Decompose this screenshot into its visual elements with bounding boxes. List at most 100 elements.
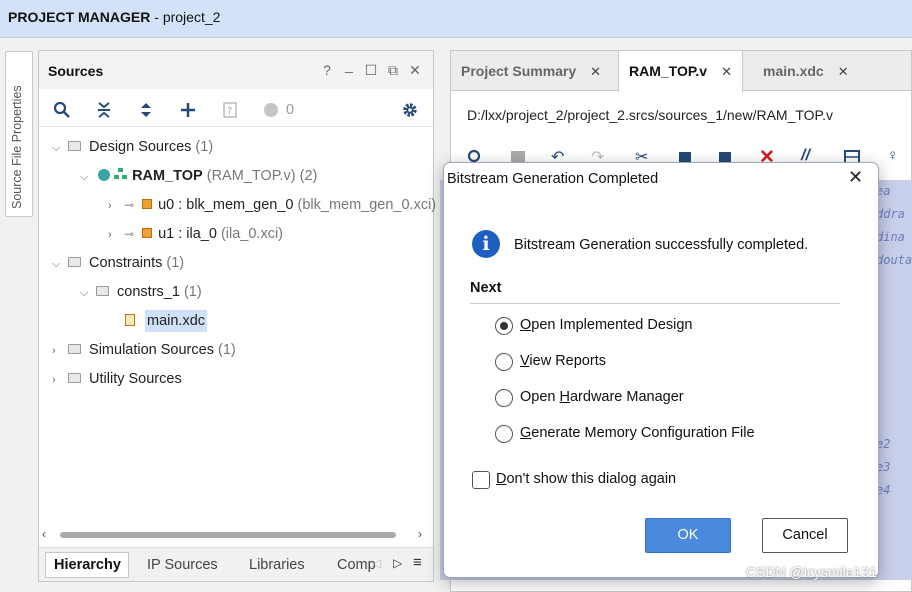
tree-node-ram-top[interactable]: ⌵ RAM_TOP (RAM_TOP.v) (2) bbox=[80, 163, 317, 189]
tree-label: Design Sources bbox=[89, 139, 192, 155]
tree-node-utility-sources[interactable]: › Utility Sources bbox=[52, 366, 182, 392]
radio-button[interactable] bbox=[495, 389, 513, 407]
tree-label: u1 : ila_0 bbox=[158, 226, 217, 242]
chevron-right-icon[interactable]: › bbox=[108, 222, 120, 248]
tab-scroll-left-icon[interactable]: ◁ bbox=[372, 556, 381, 570]
folder-icon bbox=[96, 286, 110, 297]
search-icon[interactable] bbox=[52, 101, 72, 121]
close-tab-icon[interactable]: ✕ bbox=[721, 64, 732, 79]
code-fragment: dina bbox=[876, 230, 905, 244]
close-icon[interactable]: ✕ bbox=[848, 167, 863, 188]
app-title: PROJECT MANAGER bbox=[8, 9, 151, 25]
top-module-dot-icon bbox=[98, 169, 111, 182]
code-fragment: douta bbox=[876, 253, 912, 267]
editor-tabs: Project Summary ✕ RAM_TOP.v ✕ main.xdc ✕ bbox=[451, 51, 911, 92]
radio-button[interactable] bbox=[495, 425, 513, 443]
file-path: D:/lxx/project_2/project_2.srcs/sources_… bbox=[467, 107, 833, 123]
tab-hierarchy[interactable]: Hierarchy bbox=[45, 552, 129, 578]
folder-icon bbox=[68, 344, 82, 355]
collapse-all-icon[interactable] bbox=[94, 101, 114, 121]
chevron-down-icon[interactable]: ⌵ bbox=[52, 135, 64, 161]
radio-button[interactable] bbox=[495, 353, 513, 371]
tree-node-main-xdc[interactable]: main.xdc bbox=[125, 308, 208, 334]
tree-label: main.xdc bbox=[145, 310, 208, 332]
source-file-properties-tab[interactable]: Source File Properties bbox=[5, 51, 33, 217]
chevron-down-icon[interactable]: ⌵ bbox=[80, 164, 92, 190]
tab-label: RAM_TOP.v bbox=[629, 63, 708, 79]
tree-node-constrs-1[interactable]: ⌵ constrs_1 (1) bbox=[80, 279, 202, 305]
option-label: Open Implemented Design bbox=[520, 317, 693, 333]
tab-libraries[interactable]: Libraries bbox=[249, 557, 305, 573]
hierarchy-icon bbox=[114, 163, 128, 189]
chevron-right-icon[interactable]: › bbox=[52, 338, 64, 364]
divider bbox=[470, 303, 840, 304]
tree-node-constraints[interactable]: ⌵ Constraints (1) bbox=[52, 250, 184, 276]
option-label: View Reports bbox=[520, 353, 606, 369]
tree-node-simulation-sources[interactable]: › Simulation Sources (1) bbox=[52, 337, 236, 363]
title-bar: PROJECT MANAGER - project_2 bbox=[0, 0, 912, 38]
add-sources-icon[interactable] bbox=[178, 101, 198, 121]
tab-menu-icon[interactable]: ≡ bbox=[413, 554, 422, 571]
tab-ip-sources[interactable]: IP Sources bbox=[147, 557, 218, 573]
option-label: Open Hardware Manager bbox=[520, 389, 684, 405]
sources-title: Sources bbox=[48, 63, 104, 79]
chevron-right-icon[interactable]: › bbox=[108, 193, 120, 219]
tree-label: constrs_1 bbox=[117, 284, 180, 300]
tree-file: (blk_mem_gen_0.xci) bbox=[297, 197, 437, 213]
close-icon[interactable]: ✕ bbox=[407, 62, 423, 79]
scrollbar-thumb[interactable] bbox=[60, 532, 396, 538]
title-separator: - bbox=[150, 9, 163, 25]
minimize-icon[interactable]: _ bbox=[341, 57, 357, 73]
help-icon[interactable]: ? bbox=[319, 62, 335, 78]
ok-button[interactable]: OK bbox=[645, 518, 731, 553]
dont-show-checkbox[interactable] bbox=[472, 471, 490, 489]
tree-file: (RAM_TOP.v) (2) bbox=[206, 168, 318, 184]
lightbulb-icon[interactable]: ♀ bbox=[887, 147, 898, 164]
maximize-icon[interactable]: ☐ bbox=[363, 62, 379, 79]
tree-label: RAM_TOP bbox=[132, 168, 203, 184]
tab-ram-top-v[interactable]: RAM_TOP.v ✕ bbox=[618, 51, 743, 92]
code-fragment: ddra bbox=[876, 207, 905, 221]
ip-connector-icon: ⊸ bbox=[124, 198, 135, 213]
ip-connector-icon: ⊸ bbox=[124, 227, 135, 242]
chevron-right-icon[interactable]: › bbox=[52, 367, 64, 393]
chevron-down-icon[interactable]: ⌵ bbox=[52, 251, 64, 277]
sources-bottom-tabs: Hierarchy IP Sources Libraries Comp ◁ ▷ … bbox=[39, 547, 433, 581]
expand-all-icon[interactable] bbox=[136, 101, 156, 121]
project-name: project_2 bbox=[162, 9, 221, 25]
tree-node-u0[interactable]: › ⊸ u0 : blk_mem_gen_0 (blk_mem_gen_0.xc… bbox=[108, 192, 436, 218]
status-count: 0 bbox=[286, 102, 295, 118]
tree-file: (ila_0.xci) bbox=[220, 226, 283, 242]
tree-count: (1) bbox=[183, 284, 202, 300]
tab-label: main.xdc bbox=[763, 63, 824, 79]
tree-label: Simulation Sources bbox=[89, 342, 214, 358]
tree-count: (1) bbox=[217, 342, 236, 358]
tab-scroll-right-icon[interactable]: ▷ bbox=[393, 556, 402, 570]
properties-icon[interactable]: ? bbox=[220, 101, 240, 121]
chevron-down-icon[interactable]: ⌵ bbox=[80, 280, 92, 306]
ip-core-icon bbox=[142, 228, 153, 239]
close-tab-icon[interactable]: ✕ bbox=[590, 64, 601, 79]
tree-node-u1[interactable]: › ⊸ u1 : ila_0 (ila_0.xci) bbox=[108, 221, 283, 247]
watermark: CSDN @icysmile131 bbox=[746, 564, 877, 580]
sources-toolbar: ? 0 bbox=[39, 95, 433, 127]
side-tab-label: Source File Properties bbox=[10, 85, 24, 209]
status-dot-icon bbox=[261, 101, 281, 121]
settings-gear-icon[interactable] bbox=[400, 101, 420, 121]
tab-main-xdc[interactable]: main.xdc ✕ bbox=[753, 51, 859, 91]
float-icon[interactable]: ⧉ bbox=[385, 62, 401, 79]
tree-node-design-sources[interactable]: ⌵ Design Sources (1) bbox=[52, 134, 213, 160]
tree-count: (1) bbox=[195, 139, 214, 155]
xdc-file-icon bbox=[125, 314, 135, 327]
cancel-button[interactable]: Cancel bbox=[762, 518, 848, 553]
radio-button[interactable] bbox=[495, 317, 513, 335]
scroll-left-icon[interactable]: ‹ bbox=[42, 527, 46, 541]
tab-project-summary[interactable]: Project Summary ✕ bbox=[451, 51, 611, 91]
close-tab-icon[interactable]: ✕ bbox=[838, 64, 849, 79]
horizontal-scrollbar[interactable]: ‹ › bbox=[42, 527, 430, 541]
sources-header: Sources ? _ ☐ ⧉ ✕ bbox=[39, 51, 433, 89]
tab-compile-order[interactable]: Comp bbox=[337, 557, 376, 573]
scroll-right-icon[interactable]: › bbox=[418, 527, 422, 541]
dialog-message: Bitstream Generation successfully comple… bbox=[514, 237, 809, 253]
tab-label: Project Summary bbox=[461, 63, 577, 79]
